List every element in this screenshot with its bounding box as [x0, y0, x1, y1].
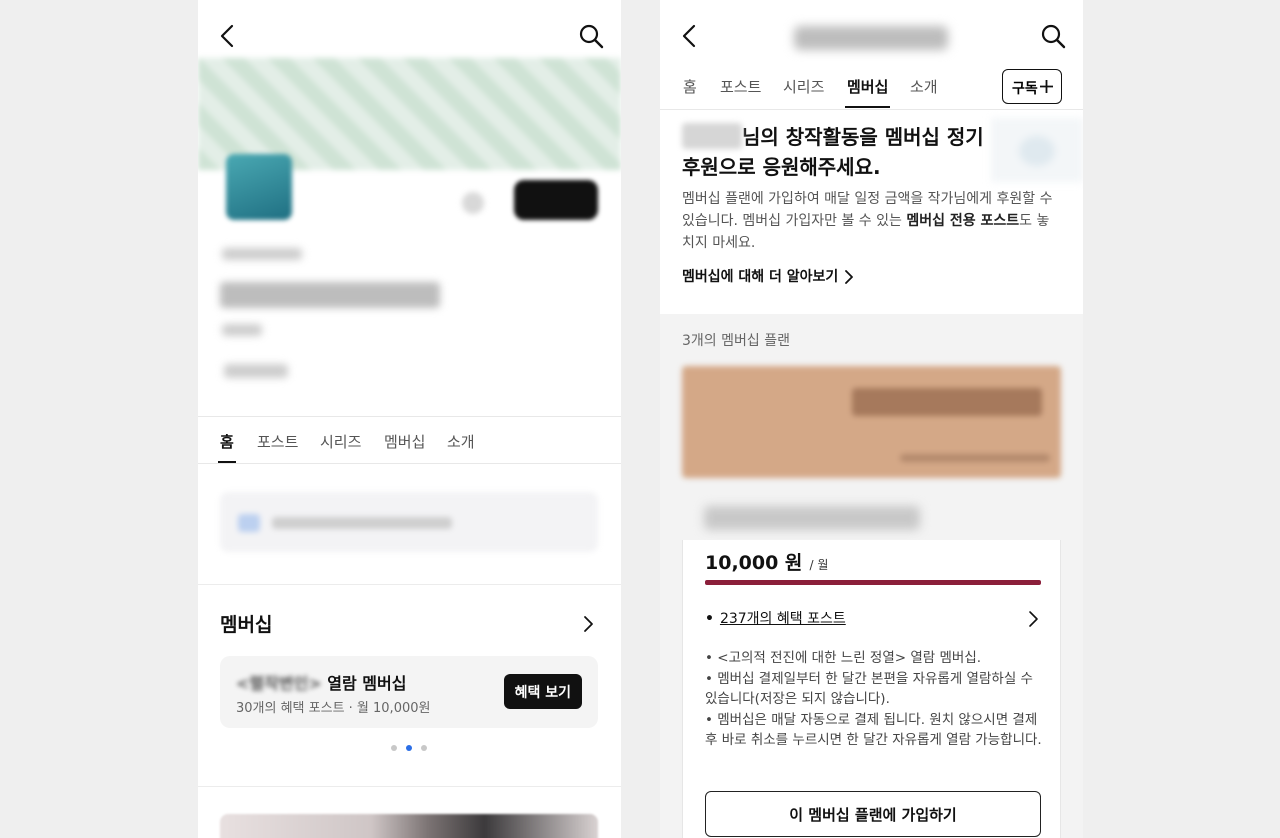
- benefit-posts-label: 237개의 혜택 포스트: [719, 611, 846, 627]
- search-icon[interactable]: [577, 22, 605, 50]
- plan-desc-line: • 멤버십 결제일부터 한 달간 본편을 자유롭게 열람하실 수 있습니다(저장…: [705, 670, 1033, 708]
- tab-posts[interactable]: 포스트: [257, 431, 298, 452]
- divider: [198, 786, 621, 787]
- notice-banner[interactable]: [220, 492, 598, 552]
- plan-price: 10,000 원 / 월: [705, 548, 828, 575]
- headline-part2: 후원으로 응원해주세요.: [682, 155, 881, 179]
- tab-membership[interactable]: 멤버십: [384, 431, 425, 452]
- plan-name-blurred: [704, 506, 920, 530]
- plan-desc-line: • 멤버십은 매달 자동으로 결제 됩니다. 원치 않으시면 결제 후 바로 취…: [705, 711, 1042, 749]
- tab-membership[interactable]: 멤버십: [844, 76, 891, 108]
- subscribe-button[interactable]: [514, 180, 598, 220]
- tab-posts[interactable]: 포스트: [720, 76, 761, 97]
- chevron-right-icon: [845, 270, 854, 284]
- follower-count-blurred: [224, 364, 288, 378]
- plan-title-blurred: <렬작변인>: [236, 674, 322, 693]
- plan-card-title: <렬작변인> 열람 멤버십: [236, 670, 406, 694]
- plan-card-subtitle: 30개의 혜택 포스트 · 월 10,000원: [236, 701, 431, 716]
- plan-accent-bar: [705, 580, 1041, 585]
- tab-about[interactable]: 소개: [447, 431, 475, 452]
- learn-more-link[interactable]: 멤버십에 대해 더 알아보기: [682, 266, 856, 286]
- tab-series[interactable]: 시리즈: [783, 76, 824, 97]
- creator-profile: [198, 150, 621, 400]
- learn-more-label: 멤버십에 대해 더 알아보기: [682, 269, 839, 285]
- plan-count: 3개의 멤버십 플랜: [682, 333, 790, 349]
- membership-section-title: 멤버십: [220, 614, 273, 636]
- view-benefits-button[interactable]: 혜택 보기: [503, 674, 582, 709]
- plan-title-suffix: 열람 멤버십: [321, 674, 407, 693]
- carousel-dot[interactable]: [421, 745, 427, 751]
- tab-series[interactable]: 시리즈: [320, 431, 361, 452]
- join-plan-button[interactable]: 이 멤버십 플랜에 가입하기: [705, 791, 1041, 837]
- plus-icon: [1040, 80, 1053, 93]
- carousel-dot[interactable]: [391, 745, 397, 751]
- search-icon[interactable]: [1039, 22, 1067, 50]
- creator-meta-blurred: [222, 324, 262, 336]
- price-period: / 월: [809, 558, 829, 572]
- membership-description: 멤버십 플랜에 가입하여 매달 일정 금액을 작가님에게 후원할 수 있습니다.…: [682, 188, 1060, 254]
- creator-name-blurred: [794, 26, 948, 50]
- decorative-image: [991, 118, 1083, 182]
- category-text-blurred: [222, 248, 302, 260]
- creator-name-blurred: [682, 123, 742, 149]
- chevron-right-icon[interactable]: [1024, 610, 1042, 628]
- description-bold: 멤버십 전용 포스트: [906, 213, 1020, 229]
- price-amount: 10,000 원: [705, 552, 803, 574]
- subscribe-button[interactable]: 구독: [1002, 69, 1062, 104]
- carousel-dot-active[interactable]: [406, 745, 412, 751]
- membership-headline: 님의 창작활동을 멤버십 정기 후원으로 응원해주세요.: [682, 122, 1002, 182]
- tab-home[interactable]: 홈: [218, 431, 236, 463]
- share-icon[interactable]: [462, 192, 484, 214]
- membership-plan-detail: 10,000 원 / 월 • 237개의 혜택 포스트 • <고의적 전진에 대한…: [682, 540, 1061, 838]
- divider: [198, 584, 621, 585]
- profile-tabs: 홈 포스트 시리즈 멤버십 소개: [198, 416, 621, 464]
- plan-description: • <고의적 전진에 대한 느린 정열> 열람 멤버십. • 멤버십 결제일부터…: [705, 648, 1045, 751]
- chevron-right-icon[interactable]: [579, 615, 597, 633]
- back-icon[interactable]: [214, 22, 242, 50]
- subscribe-label: 구독: [1012, 81, 1038, 97]
- left-screen: 홈 포스트 시리즈 멤버십 소개 멤버십 <렬작변인> 열람 멤버십 30개의 …: [198, 0, 621, 838]
- benefit-posts-link[interactable]: • 237개의 혜택 포스트: [705, 608, 846, 628]
- tab-home[interactable]: 홈: [683, 76, 697, 97]
- tab-about[interactable]: 소개: [910, 76, 938, 97]
- creator-name-blurred: [220, 282, 440, 308]
- right-screen: 홈 포스트 시리즈 멤버십 소개 구독 님의 창작활동을 멤버십 정기 후원으로…: [660, 0, 1083, 838]
- bullet: •: [705, 611, 714, 627]
- headline-part1: 님의 창작활동을 멤버십 정기: [742, 125, 984, 149]
- plan-image: [682, 366, 1061, 478]
- avatar: [226, 154, 292, 220]
- post-thumbnail[interactable]: [220, 814, 598, 838]
- membership-plan-card[interactable]: <렬작변인> 열람 멤버십 30개의 혜택 포스트 · 월 10,000원 혜택…: [220, 656, 598, 728]
- plan-desc-line: • <고의적 전진에 대한 느린 정열> 열람 멤버십.: [705, 650, 982, 666]
- back-icon[interactable]: [676, 22, 704, 50]
